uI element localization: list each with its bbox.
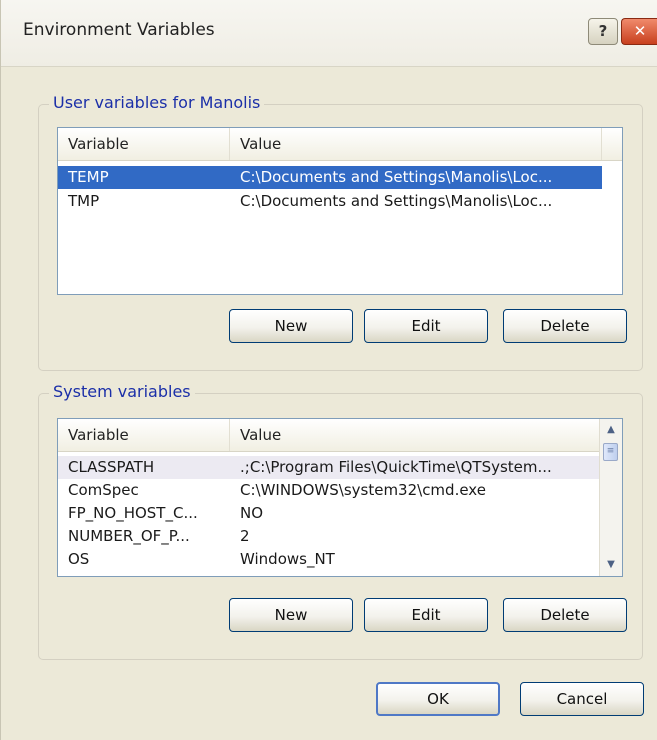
close-icon: ✕ — [633, 22, 647, 40]
variable-name: CLASSPATH — [68, 458, 155, 476]
system-variables-list[interactable]: Variable Value CLASSPATH .;C:\Program Fi… — [57, 418, 623, 577]
list-item-classpath[interactable]: CLASSPATH .;C:\Program Files\QuickTime\Q… — [58, 456, 600, 479]
list-header: Variable Value — [58, 128, 622, 161]
column-header-variable[interactable]: Variable — [58, 419, 230, 451]
ok-button[interactable]: OK — [376, 682, 500, 716]
title-bar[interactable]: Environment Variables ? ✕ — [1, 0, 657, 67]
list-item-os[interactable]: OS Windows_NT — [58, 548, 600, 571]
system-variables-label: System variables — [49, 382, 195, 401]
user-delete-button[interactable]: Delete — [503, 309, 627, 343]
system-new-button[interactable]: New — [229, 598, 353, 632]
scroll-up-icon[interactable]: ▲ — [603, 421, 619, 439]
scroll-thumb[interactable]: ≡ — [603, 443, 618, 461]
column-header-value[interactable]: Value — [230, 128, 602, 160]
system-delete-button[interactable]: Delete — [503, 598, 627, 632]
variable-name: ComSpec — [68, 481, 139, 499]
user-edit-button[interactable]: Edit — [364, 309, 488, 343]
variable-name: NUMBER_OF_P... — [68, 527, 190, 545]
help-icon: ? — [598, 22, 608, 40]
system-variables-group: System variables Variable Value CLASSPAT… — [38, 382, 643, 660]
variable-name: OS — [68, 550, 90, 568]
user-variables-list[interactable]: Variable Value TEMP C:\Documents and Set… — [57, 127, 623, 295]
cancel-button[interactable]: Cancel — [520, 682, 644, 716]
help-button[interactable]: ? — [588, 18, 618, 45]
variable-value: C:\Documents and Settings\Manolis\Loc... — [240, 168, 553, 186]
user-new-button[interactable]: New — [229, 309, 353, 343]
list-item-tmp[interactable]: TMP C:\Documents and Settings\Manolis\Lo… — [58, 190, 602, 213]
list-header: Variable Value — [58, 419, 600, 452]
variable-value: NO — [240, 504, 264, 522]
variable-value: C:\WINDOWS\system32\cmd.exe — [240, 481, 486, 499]
window-title: Environment Variables — [23, 20, 215, 40]
vertical-scrollbar[interactable]: ▲ ≡ ▼ — [599, 419, 622, 576]
close-button[interactable]: ✕ — [621, 18, 657, 45]
variable-name: TEMP — [68, 168, 109, 186]
user-variables-group: User variables for Manolis Variable Valu… — [38, 93, 643, 371]
variable-value: .;C:\Program Files\QuickTime\QTSystem... — [240, 458, 552, 476]
list-item-fp-no-host[interactable]: FP_NO_HOST_C... NO — [58, 502, 600, 525]
variable-name: FP_NO_HOST_C... — [68, 504, 198, 522]
list-item-number-of-processors[interactable]: NUMBER_OF_P... 2 — [58, 525, 600, 548]
variable-value: C:\Documents and Settings\Manolis\Loc... — [240, 192, 553, 210]
column-header-variable[interactable]: Variable — [58, 128, 230, 160]
variable-value: 2 — [240, 527, 250, 545]
user-variables-label: User variables for Manolis — [49, 93, 265, 112]
variable-value: Windows_NT — [240, 550, 335, 568]
system-edit-button[interactable]: Edit — [364, 598, 488, 632]
list-item-comspec[interactable]: ComSpec C:\WINDOWS\system32\cmd.exe — [58, 479, 600, 502]
list-item-temp[interactable]: TEMP C:\Documents and Settings\Manolis\L… — [58, 166, 602, 189]
column-header-value[interactable]: Value — [230, 419, 600, 451]
scroll-down-icon[interactable]: ▼ — [603, 556, 619, 574]
variable-name: TMP — [68, 192, 100, 210]
environment-variables-dialog: Environment Variables ? ✕ User variables… — [0, 0, 657, 740]
